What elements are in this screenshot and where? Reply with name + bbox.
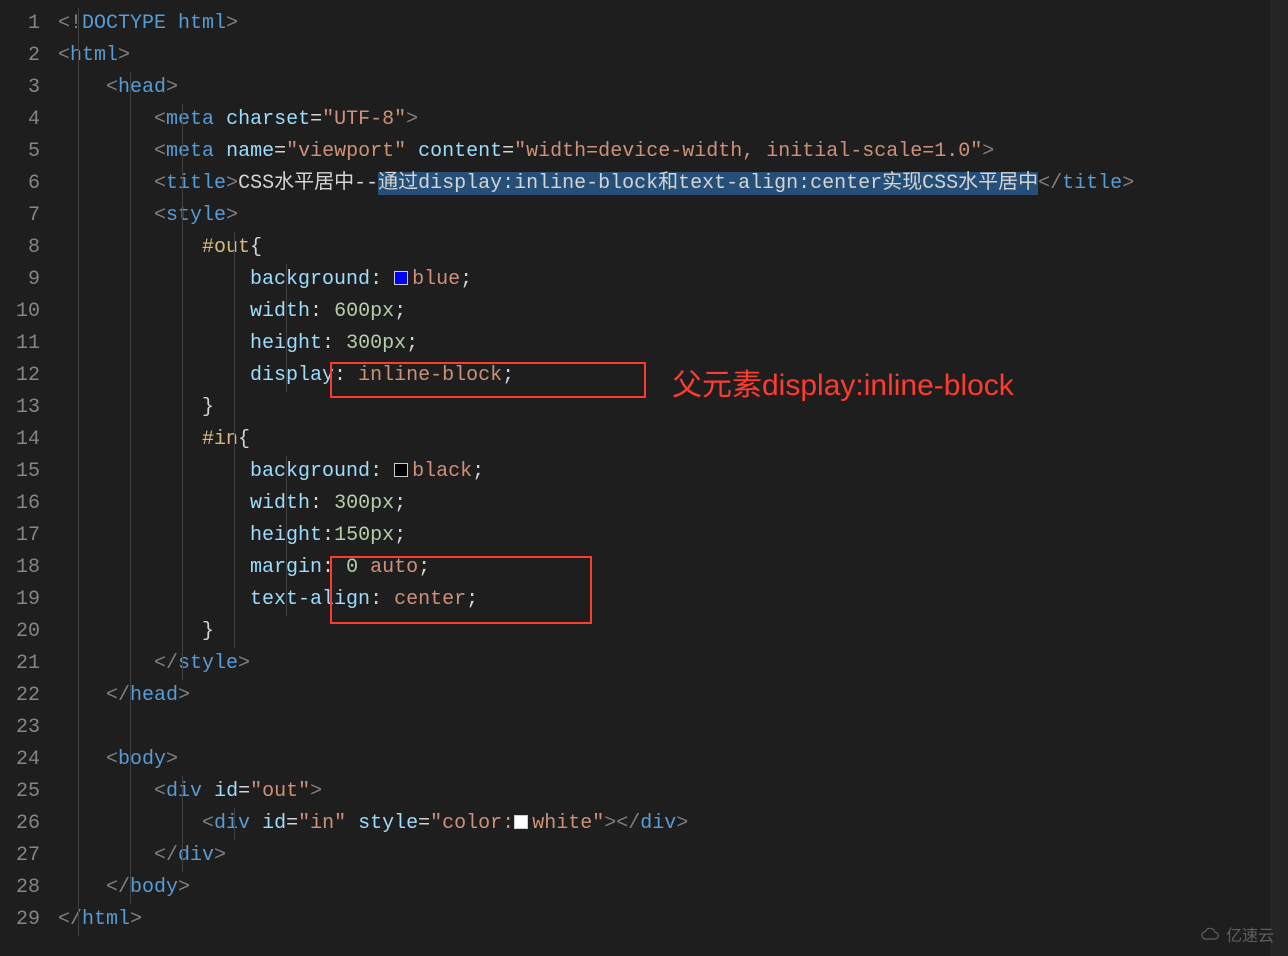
code-token: "UTF-8" xyxy=(322,108,406,131)
line-number: 17 xyxy=(0,520,40,552)
color-swatch-icon xyxy=(394,271,408,285)
code-token: < xyxy=(58,44,70,67)
line-number: 21 xyxy=(0,648,40,680)
line-number: 18 xyxy=(0,552,40,584)
line-number: 22 xyxy=(0,680,40,712)
code-token: > xyxy=(118,44,130,67)
line-number: 16 xyxy=(0,488,40,520)
code-token: > xyxy=(166,76,178,99)
line-number: 12 xyxy=(0,360,40,392)
code-token: < xyxy=(154,108,166,131)
line-number: 8 xyxy=(0,232,40,264)
code-token: > xyxy=(406,108,418,131)
line-number: 24 xyxy=(0,744,40,776)
line-number: 1 xyxy=(0,8,40,40)
line-number: 6 xyxy=(0,168,40,200)
line-number: 26 xyxy=(0,808,40,840)
color-swatch-icon xyxy=(514,815,528,829)
line-number: 10 xyxy=(0,296,40,328)
line-number: 4 xyxy=(0,104,40,136)
line-number: 15 xyxy=(0,456,40,488)
line-number: 25 xyxy=(0,776,40,808)
code-area[interactable]: <!<!DOCTYPE html>DOCTYPE html> <html> <h… xyxy=(58,0,1288,956)
line-number: 2 xyxy=(0,40,40,72)
line-number: 11 xyxy=(0,328,40,360)
line-number: 23 xyxy=(0,712,40,744)
code-token: < xyxy=(106,76,118,99)
code-token: html xyxy=(178,12,226,35)
line-number: 27 xyxy=(0,840,40,872)
line-number: 5 xyxy=(0,136,40,168)
code-token: DOCTYPE xyxy=(82,12,178,35)
line-number-gutter: 1234567891011121314151617181920212223242… xyxy=(0,0,58,956)
line-number: 14 xyxy=(0,424,40,456)
code-token: > xyxy=(226,12,238,35)
minimap[interactable] xyxy=(1270,0,1288,956)
line-number: 29 xyxy=(0,904,40,936)
line-number: 20 xyxy=(0,616,40,648)
line-number: 13 xyxy=(0,392,40,424)
line-number: 3 xyxy=(0,72,40,104)
code-token: charset xyxy=(226,108,310,131)
line-number: 28 xyxy=(0,872,40,904)
watermark: 亿速云 xyxy=(1200,922,1274,946)
line-number: 7 xyxy=(0,200,40,232)
selected-text: 通过display:inline-block和text-align:center… xyxy=(378,172,1038,195)
code-editor[interactable]: 1234567891011121314151617181920212223242… xyxy=(0,0,1288,956)
code-token: meta xyxy=(166,108,214,131)
color-swatch-icon xyxy=(394,463,408,477)
line-number: 19 xyxy=(0,584,40,616)
line-number: 9 xyxy=(0,264,40,296)
code-token: head xyxy=(118,76,166,99)
cloud-icon xyxy=(1200,926,1220,942)
